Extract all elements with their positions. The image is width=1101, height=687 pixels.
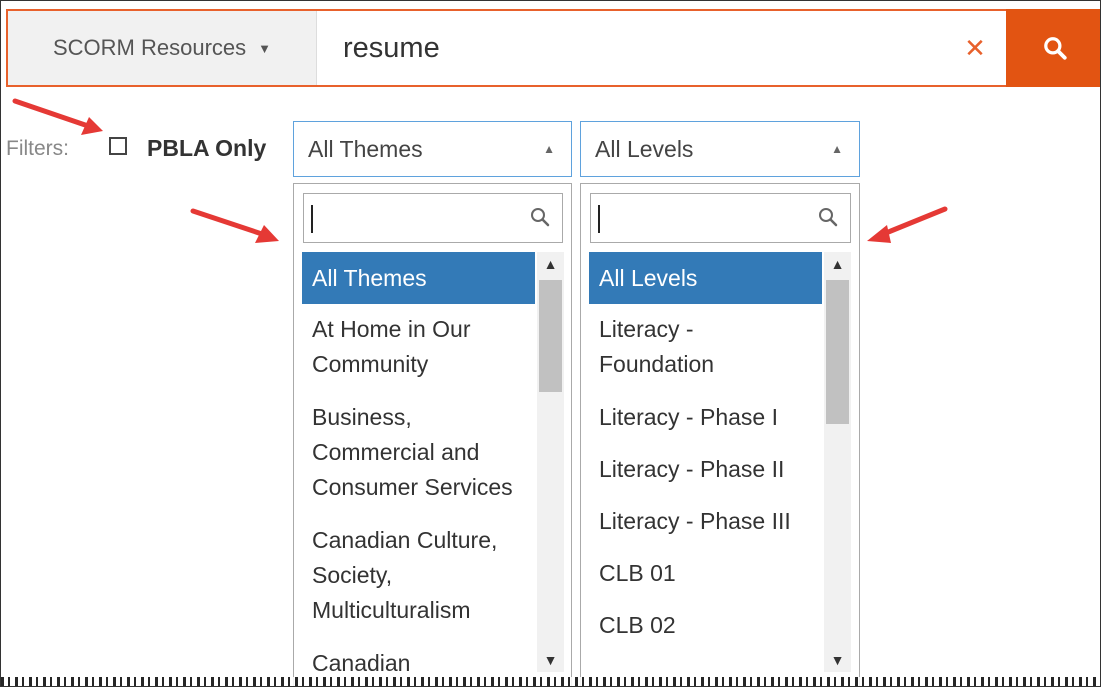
scroll-up-icon[interactable]: ▲: [537, 256, 564, 272]
themes-select[interactable]: All Themes ▲: [293, 121, 572, 177]
levels-dropdown: All Levels Literacy - Foundation Literac…: [580, 183, 860, 686]
themes-dropdown: All Themes At Home in Our Community Busi…: [293, 183, 572, 686]
scope-dropdown[interactable]: SCORM Resources ▼: [8, 11, 317, 85]
scroll-down-icon[interactable]: ▼: [537, 652, 564, 668]
search-bar: SCORM Resources ▼ resume ✕: [6, 9, 1100, 87]
list-item[interactable]: At Home in Our Community: [302, 304, 535, 391]
text-cursor: [598, 205, 600, 233]
list-item[interactable]: Business, Commercial and Consumer Servic…: [302, 391, 535, 514]
levels-search-input[interactable]: [590, 193, 851, 243]
annotation-arrow-icon: [190, 208, 279, 243]
caret-up-icon: ▲: [543, 142, 555, 156]
list-item[interactable]: All Levels: [589, 252, 822, 304]
search-icon: [819, 208, 838, 227]
levels-scrollbar[interactable]: ▲ ▼: [824, 252, 851, 672]
themes-scrollbar[interactable]: ▲ ▼: [537, 252, 564, 672]
list-item[interactable]: Canadian Culture, Society, Multicultural…: [302, 514, 535, 637]
scroll-down-icon[interactable]: ▼: [824, 652, 851, 668]
list-item[interactable]: Canadian: [302, 637, 535, 681]
scrollbar-thumb[interactable]: [539, 280, 562, 392]
search-button[interactable]: [1006, 9, 1100, 87]
clipped-content-strip: [1, 677, 1100, 686]
scroll-up-icon[interactable]: ▲: [824, 256, 851, 272]
app-frame: SCORM Resources ▼ resume ✕ Filters: PBLA…: [0, 0, 1101, 687]
list-item[interactable]: Literacy - Phase II: [589, 443, 822, 495]
scrollbar-thumb[interactable]: [826, 280, 849, 424]
levels-option-list: All Levels Literacy - Foundation Literac…: [589, 252, 822, 643]
search-icon: [531, 208, 550, 227]
scope-dropdown-label: SCORM Resources: [52, 35, 247, 60]
list-item[interactable]: Literacy - Phase III: [589, 495, 822, 547]
list-item[interactable]: CLB 02: [589, 599, 822, 643]
caret-up-icon: ▲: [831, 142, 843, 156]
pbla-only-label[interactable]: PBLA Only: [147, 135, 266, 162]
themes-option-list: All Themes At Home in Our Community Busi…: [302, 252, 535, 681]
themes-select-value: All Themes: [308, 135, 423, 162]
list-item[interactable]: CLB 01: [589, 547, 822, 599]
text-cursor: [311, 205, 313, 233]
themes-search-input[interactable]: [303, 193, 563, 243]
pbla-only-checkbox[interactable]: [109, 137, 127, 155]
search-icon: [1043, 37, 1067, 60]
list-item[interactable]: All Themes: [302, 252, 535, 304]
caret-down-icon: ▼: [258, 40, 272, 56]
levels-select[interactable]: All Levels ▲: [580, 121, 860, 177]
annotation-arrow-icon: [12, 98, 103, 135]
close-icon: ✕: [964, 32, 986, 63]
search-input[interactable]: resume: [343, 11, 440, 85]
clear-search-button[interactable]: ✕: [948, 11, 1002, 85]
list-item[interactable]: Literacy - Phase I: [589, 391, 822, 443]
list-item[interactable]: Literacy - Foundation: [589, 304, 749, 391]
levels-select-value: All Levels: [595, 135, 694, 162]
annotation-arrow-icon: [867, 206, 948, 243]
